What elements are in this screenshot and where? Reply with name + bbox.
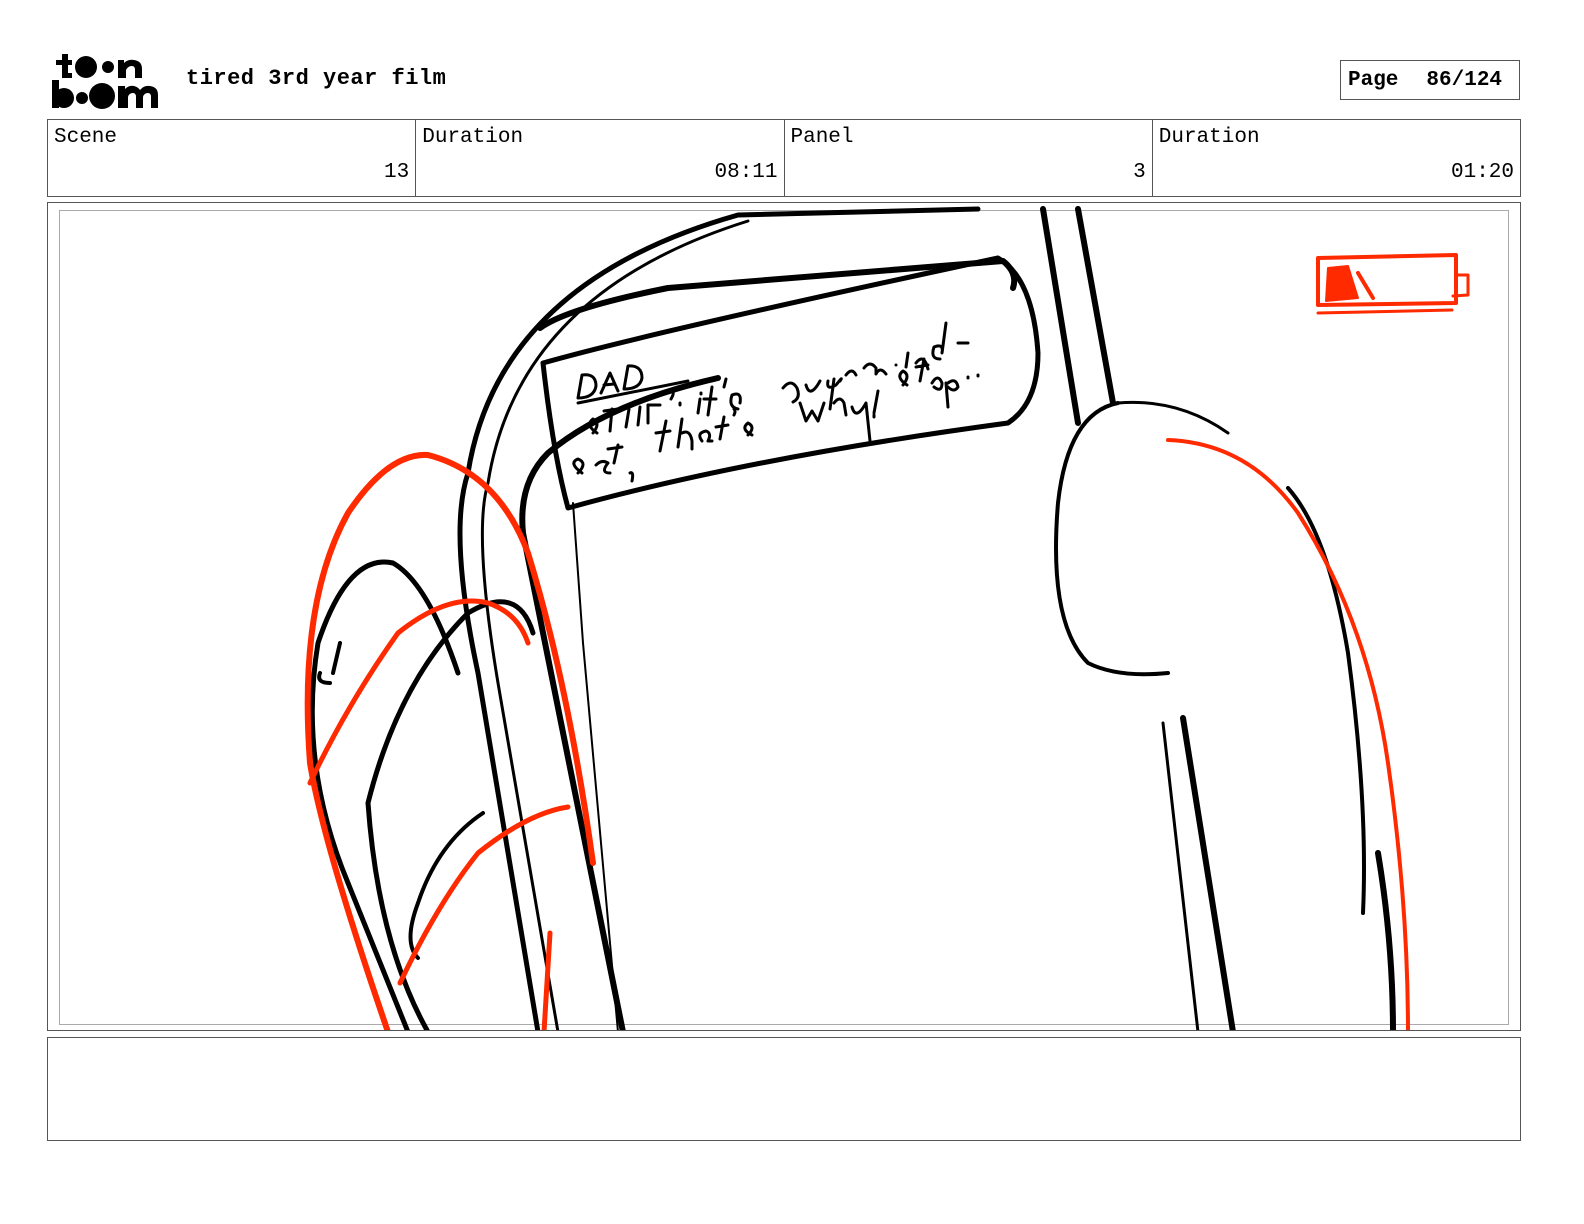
page-indicator: Page 86/124 xyxy=(1340,60,1520,100)
toon-boom-logo xyxy=(52,54,158,109)
scene-duration-label: Duration xyxy=(422,126,524,149)
page-label: Page xyxy=(1348,68,1399,92)
panel-notes[interactable] xyxy=(47,1037,1521,1141)
panel-duration-cell: Duration 01:20 xyxy=(1153,120,1520,196)
scene-info-table: Scene 13 Duration 08:11 Panel 3 Duration… xyxy=(47,119,1521,197)
panel-label: Panel xyxy=(790,126,854,149)
scene-duration-cell: Duration 08:11 xyxy=(416,120,785,196)
panel-value: 3 xyxy=(1133,161,1146,184)
panel-cell: Panel 3 xyxy=(785,120,1153,196)
scene-value: 13 xyxy=(384,161,410,184)
battery-low-icon xyxy=(1316,253,1470,315)
panel-duration-label: Duration xyxy=(1158,126,1260,149)
panel-sketch xyxy=(304,206,1470,1030)
panel-duration-value: 01:20 xyxy=(1450,161,1514,184)
page-number: 86/124 xyxy=(1426,68,1503,92)
scene-cell: Scene 13 xyxy=(48,120,417,196)
project-title: tired 3rd year film xyxy=(186,66,447,91)
scene-duration-value: 08:11 xyxy=(714,161,778,184)
scene-label: Scene xyxy=(54,126,118,149)
storyboard-panel xyxy=(47,202,1521,1031)
